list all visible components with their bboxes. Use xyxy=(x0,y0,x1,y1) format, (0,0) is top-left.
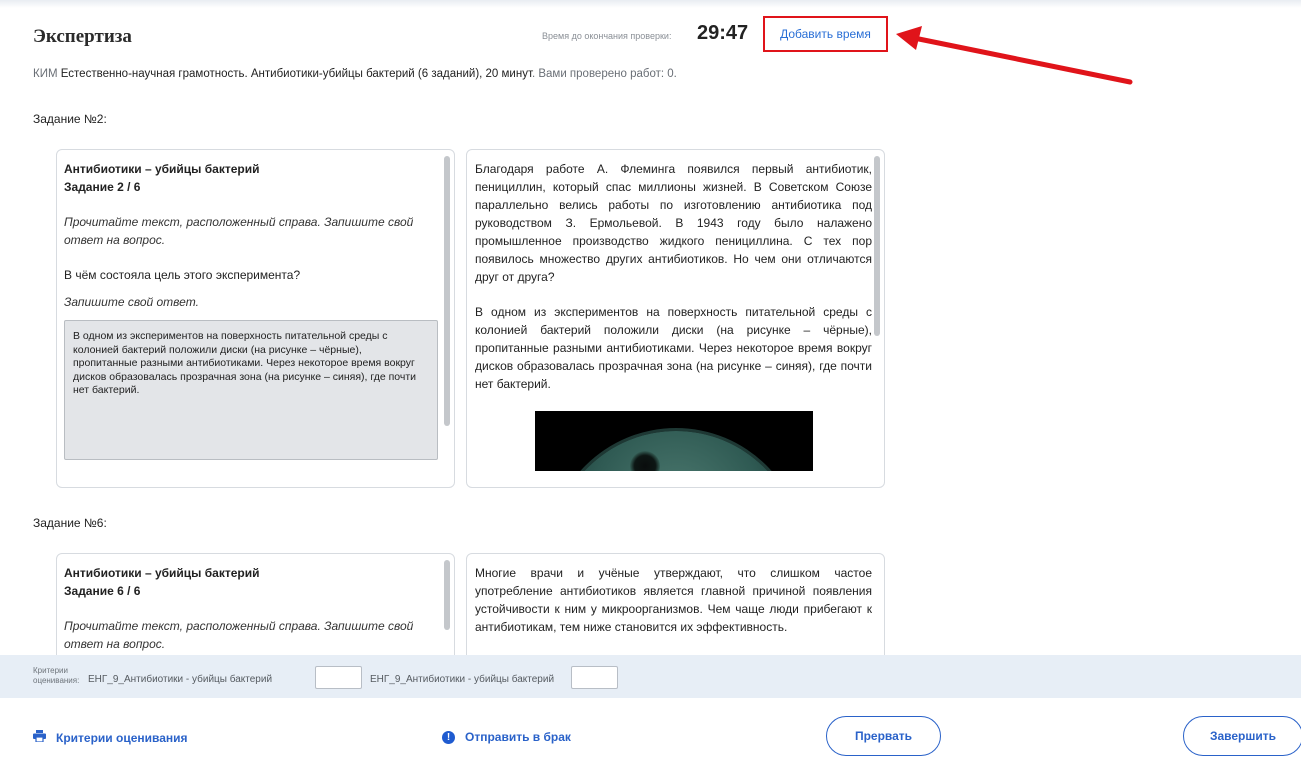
petri-dish-image xyxy=(534,411,813,471)
timer-value: 29:47 xyxy=(697,22,749,44)
criteria-bar: Критерии оценивания: ЕНГ_9_Антибиотики -… xyxy=(0,655,1301,698)
criteria-link[interactable]: Критерии оценивания xyxy=(33,730,188,745)
interrupt-button[interactable]: Прервать xyxy=(826,716,941,756)
card-subtitle: Задание 6 / 6 xyxy=(64,584,141,598)
task-heading: Задание №2: xyxy=(33,112,107,126)
student-answer: В одном из экспериментов на поверхность … xyxy=(64,320,438,460)
page-title: Экспертиза xyxy=(33,26,132,47)
criteria-label: Критерии оценивания: xyxy=(33,666,80,685)
scrollbar[interactable] xyxy=(874,156,880,336)
top-shadow xyxy=(0,0,1301,8)
add-time-button[interactable]: Добавить время xyxy=(780,27,871,41)
kim-prefix: КИМ xyxy=(33,68,58,80)
printer-icon xyxy=(33,730,46,745)
card-instruction: Прочитайте текст, расположенный справа. … xyxy=(64,215,414,247)
scrollbar[interactable] xyxy=(444,560,450,630)
criterion-name: ЕНГ_9_Антибиотики - убийцы бактерий xyxy=(370,674,555,685)
scrollbar[interactable] xyxy=(444,156,450,426)
criterion-score-input[interactable] xyxy=(571,666,618,689)
task-heading: Задание №6: xyxy=(33,516,107,530)
finish-button[interactable]: Завершить xyxy=(1183,716,1301,756)
answer-label: Запишите свой ответ. xyxy=(64,295,199,309)
kim-info: КИМ Естественно-научная грамотность. Ант… xyxy=(33,68,677,80)
info-icon: ! xyxy=(442,730,455,744)
red-arrow-annotation xyxy=(896,26,1133,85)
kim-description: Естественно-научная грамотность. Антибио… xyxy=(60,68,532,80)
timer-label: Время до окончания проверки: xyxy=(542,31,672,41)
text-paragraph: Благодаря работе А. Флеминга появился пе… xyxy=(475,162,872,284)
add-time-highlight: Добавить время xyxy=(763,16,888,52)
reject-link-label: Отправить в брак xyxy=(465,730,571,744)
card-title: Антибиотики – убийцы бактерий xyxy=(64,162,260,176)
checked-count: . Вами проверено работ: 0. xyxy=(531,68,677,80)
reject-link[interactable]: ! Отправить в брак xyxy=(442,730,571,744)
criterion-score-input[interactable] xyxy=(315,666,362,689)
text-paragraph: В одном из экспериментов на поверхность … xyxy=(475,305,872,391)
card-title: Антибиотики – убийцы бактерий xyxy=(64,566,260,580)
criterion-name: ЕНГ_9_Антибиотики - убийцы бактерий xyxy=(88,674,273,685)
criteria-link-label: Критерии оценивания xyxy=(56,730,188,745)
card-instruction: Прочитайте текст, расположенный справа. … xyxy=(64,619,414,651)
card-subtitle: Задание 2 / 6 xyxy=(64,180,141,194)
task-question-card[interactable]: Антибиотики – убийцы бактерий Задание 2 … xyxy=(56,149,455,488)
card-question: В чём состояла цель этого эксперимента? xyxy=(64,268,301,282)
task-text-card[interactable]: Благодаря работе А. Флеминга появился пе… xyxy=(466,149,885,488)
text-paragraph: Многие врачи и учёные утверждают, что сл… xyxy=(475,566,872,634)
